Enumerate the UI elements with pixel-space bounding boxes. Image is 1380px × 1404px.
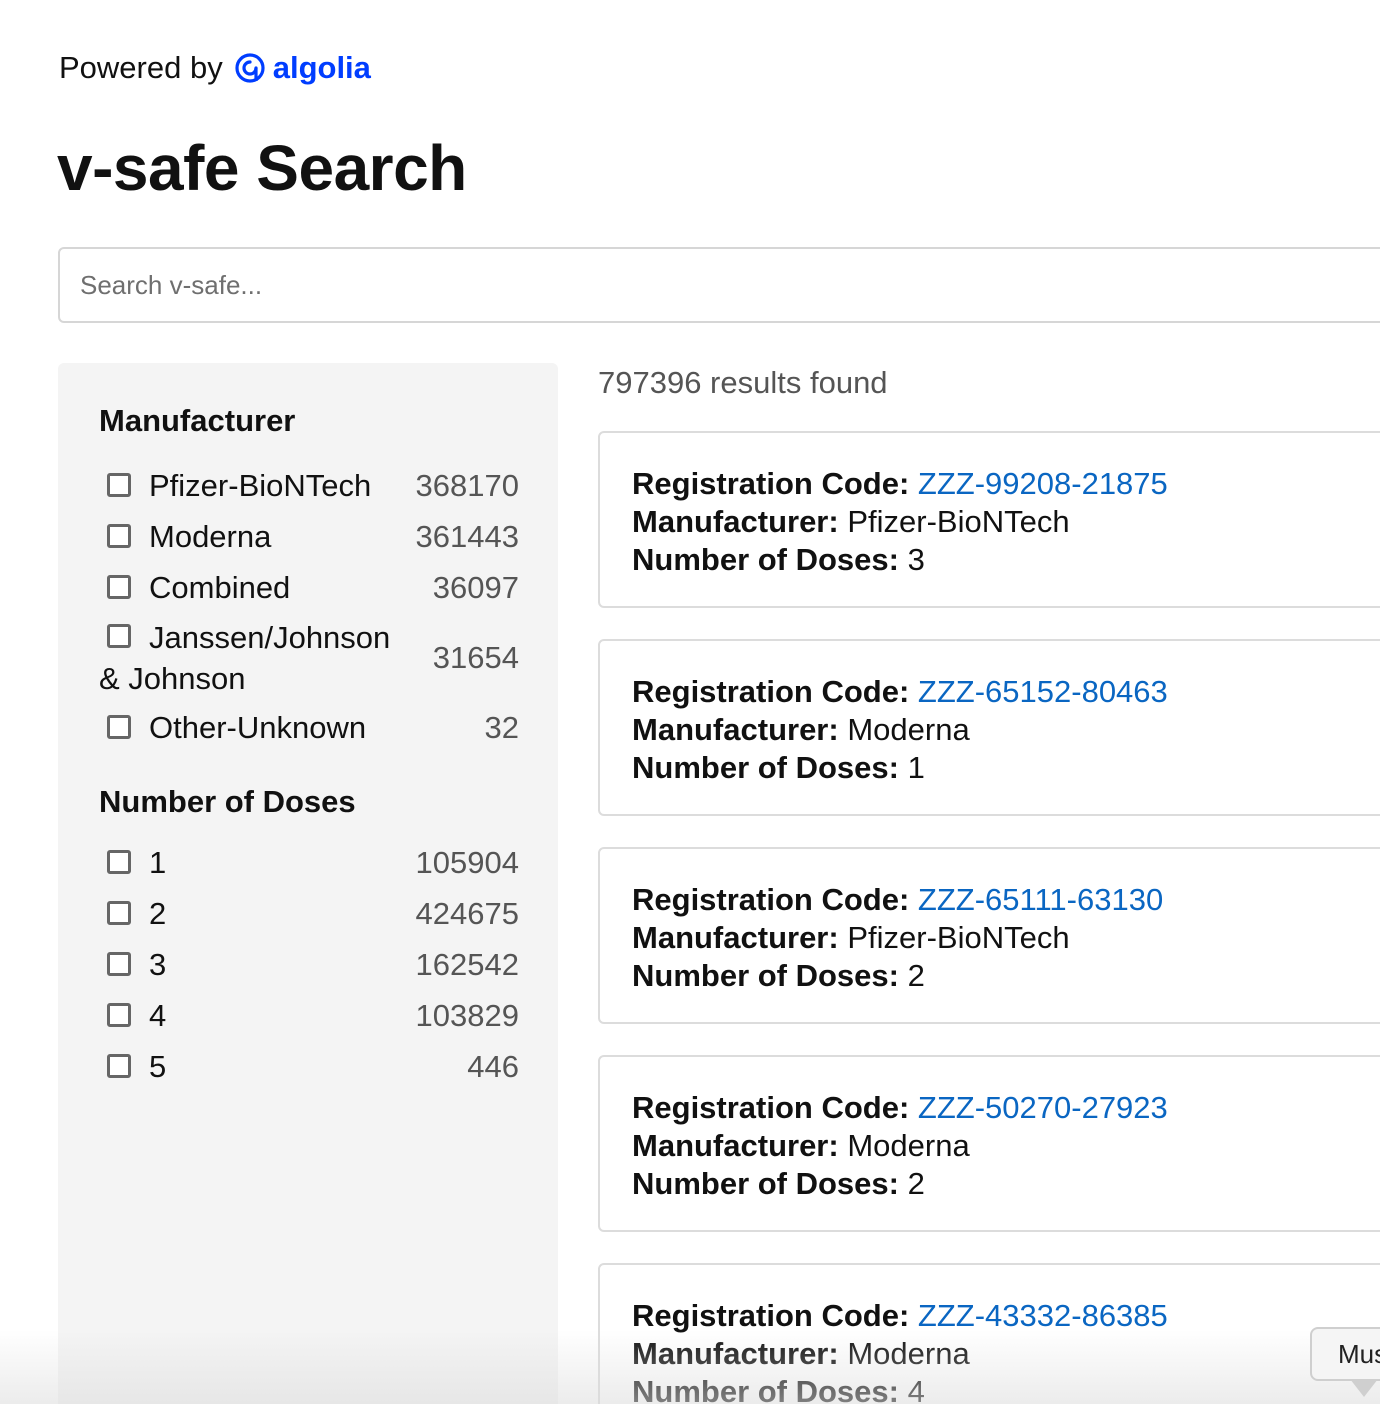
registration-code-link[interactable]: ZZZ-99208-21875 — [918, 466, 1168, 501]
manufacturer-value: Moderna — [847, 1336, 970, 1371]
facet-item-moderna[interactable]: Moderna 361443 — [99, 511, 519, 562]
checkbox[interactable] — [107, 1053, 131, 1078]
doses-value: 4 — [907, 1374, 925, 1404]
field-label: Number of Doses: — [632, 542, 899, 577]
facet-label: Other-Unknown — [149, 710, 367, 745]
doses-value: 1 — [907, 750, 925, 785]
result-card[interactable]: Registration Code: ZZZ-43332-86385 Manuf… — [598, 1263, 1380, 1404]
facet-count: 424675 — [415, 896, 519, 931]
field-label: Number of Doses: — [632, 750, 899, 785]
doses-value: 2 — [907, 1166, 925, 1201]
facet-label: 2 — [149, 896, 167, 931]
result-card[interactable]: Registration Code: ZZZ-99208-21875 Manuf… — [598, 431, 1380, 608]
facet-label: Janssen/Johnson & Johnson — [99, 619, 391, 696]
facet-label: Combined — [149, 570, 291, 605]
field-label: Number of Doses: — [632, 1374, 899, 1404]
field-label: Number of Doses: — [632, 1166, 899, 1201]
manufacturer-value: Pfizer-BioNTech — [847, 920, 1070, 955]
powered-by: Powered by algolia — [59, 48, 371, 88]
algolia-icon — [235, 53, 265, 83]
manufacturer-value: Moderna — [847, 1128, 970, 1163]
field-label: Manufacturer: — [632, 1336, 839, 1371]
facet-label: 1 — [149, 845, 167, 880]
checkbox[interactable] — [107, 523, 131, 548]
facet-list-doses: 1 105904 2 424675 3 162542 4 103829 5 44… — [99, 837, 519, 1092]
checkbox[interactable] — [107, 951, 131, 976]
facet-title-doses: Number of Doses — [99, 784, 356, 819]
facet-title-manufacturer: Manufacturer — [99, 403, 296, 438]
facet-count: 162542 — [415, 947, 519, 982]
checkbox[interactable] — [107, 624, 131, 649]
facet-label: Moderna — [149, 519, 272, 554]
field-label: Registration Code: — [632, 674, 910, 709]
field-label: Registration Code: — [632, 466, 910, 501]
tooltip: Mus — [1310, 1327, 1380, 1381]
facet-count: 446 — [467, 1049, 519, 1084]
manufacturer-value: Moderna — [847, 712, 970, 747]
results-count: 797396 results found — [598, 365, 888, 400]
registration-code-link[interactable]: ZZZ-65111-63130 — [918, 882, 1163, 917]
result-card[interactable]: Registration Code: ZZZ-65111-63130 Manuf… — [598, 847, 1380, 1024]
manufacturer-value: Pfizer-BioNTech — [847, 504, 1070, 539]
facet-item-combined[interactable]: Combined 36097 — [99, 562, 519, 613]
checkbox[interactable] — [107, 574, 131, 599]
facet-count: 105904 — [415, 845, 519, 880]
facet-item-dose-4[interactable]: 4 103829 — [99, 990, 519, 1041]
search-input[interactable] — [60, 249, 1380, 321]
facet-label: 3 — [149, 947, 167, 982]
checkbox[interactable] — [107, 472, 131, 497]
facet-label: 5 — [149, 1049, 167, 1084]
facet-item-dose-2[interactable]: 2 424675 — [99, 888, 519, 939]
facet-item-dose-3[interactable]: 3 162542 — [99, 939, 519, 990]
facet-list-manufacturer: Pfizer-BioNTech 368170 Moderna 361443 Co… — [99, 460, 519, 753]
facet-item-dose-1[interactable]: 1 105904 — [99, 837, 519, 888]
powered-by-text: Powered by — [59, 50, 223, 85]
facet-count: 32 — [484, 710, 519, 745]
algolia-logo[interactable]: algolia — [233, 50, 371, 86]
facet-label: 4 — [149, 998, 167, 1033]
doses-value: 3 — [907, 542, 925, 577]
facet-count: 368170 — [415, 468, 519, 503]
result-card[interactable]: Registration Code: ZZZ-50270-27923 Manuf… — [598, 1055, 1380, 1232]
checkbox[interactable] — [107, 900, 131, 925]
page-title: v-safe Search — [57, 132, 467, 204]
registration-code-link[interactable]: ZZZ-65152-80463 — [918, 674, 1168, 709]
field-label: Registration Code: — [632, 882, 910, 917]
checkbox[interactable] — [107, 1002, 131, 1027]
facet-count: 36097 — [432, 570, 519, 605]
registration-code-link[interactable]: ZZZ-43332-86385 — [918, 1298, 1168, 1333]
checkbox[interactable] — [107, 714, 131, 739]
result-card[interactable]: Registration Code: ZZZ-65152-80463 Manuf… — [598, 639, 1380, 816]
field-label: Number of Doses: — [632, 958, 899, 993]
facet-count: 103829 — [415, 998, 519, 1033]
field-label: Manufacturer: — [632, 504, 839, 539]
algolia-logo-text: algolia — [272, 50, 371, 85]
facet-item-pfizer[interactable]: Pfizer-BioNTech 368170 — [99, 460, 519, 511]
field-label: Registration Code: — [632, 1298, 910, 1333]
tooltip-tail — [1350, 1379, 1378, 1397]
facet-count: 31654 — [432, 640, 519, 675]
checkbox[interactable] — [107, 849, 131, 874]
search-box — [58, 247, 1380, 323]
facet-item-janssen[interactable]: Janssen/Johnson & Johnson 31654 — [99, 613, 519, 702]
filter-sidebar: Manufacturer Pfizer-BioNTech 368170 Mode… — [58, 363, 558, 1404]
doses-value: 2 — [907, 958, 925, 993]
facet-item-dose-5[interactable]: 5 446 — [99, 1041, 519, 1092]
facet-label: Pfizer-BioNTech — [149, 468, 372, 503]
field-label: Manufacturer: — [632, 712, 839, 747]
field-label: Registration Code: — [632, 1090, 910, 1125]
registration-code-link[interactable]: ZZZ-50270-27923 — [918, 1090, 1168, 1125]
facet-item-other-unknown[interactable]: Other-Unknown 32 — [99, 702, 519, 753]
field-label: Manufacturer: — [632, 920, 839, 955]
facet-count: 361443 — [415, 519, 519, 554]
field-label: Manufacturer: — [632, 1128, 839, 1163]
